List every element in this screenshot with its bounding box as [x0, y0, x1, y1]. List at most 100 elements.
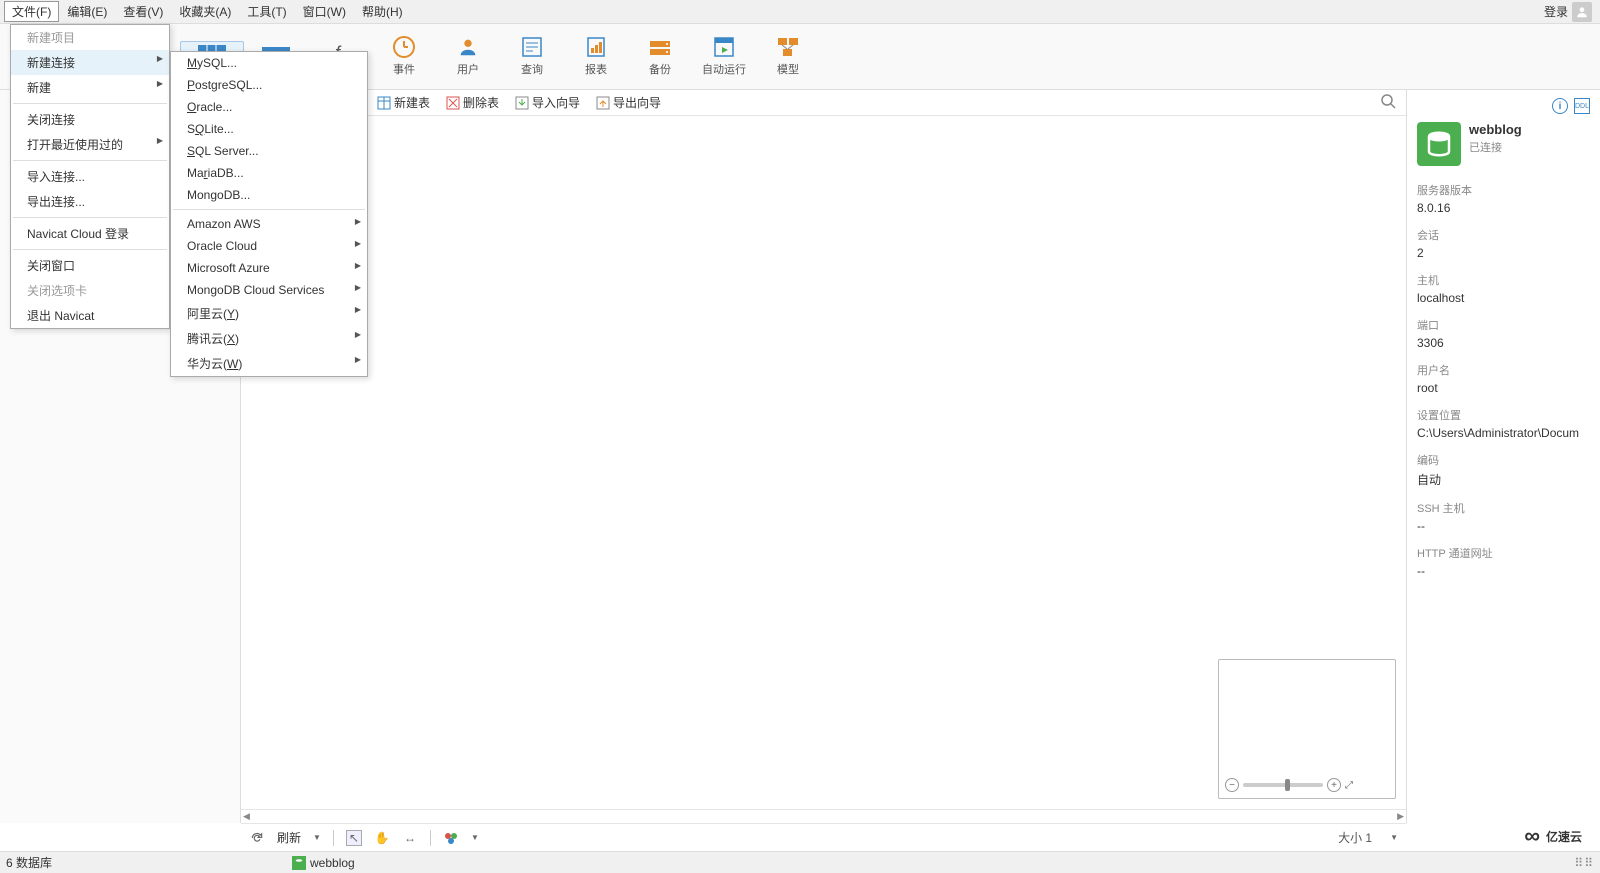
- avatar-icon: [1572, 2, 1592, 22]
- file-recent[interactable]: 打开最近使用过的: [11, 132, 169, 157]
- conn-sqlserver[interactable]: SQL Server...: [171, 140, 367, 162]
- refresh-icon[interactable]: [249, 830, 265, 846]
- menu-separator: [173, 209, 365, 210]
- tool-autorun[interactable]: 自动运行: [692, 36, 756, 77]
- file-exit[interactable]: 退出 Navicat: [11, 303, 169, 328]
- tool-backup[interactable]: 备份: [628, 36, 692, 77]
- statusbar: 6 数据库 webblog ⠿⠿: [0, 851, 1600, 873]
- file-closeconn[interactable]: 关闭连接: [11, 107, 169, 132]
- login-label: 登录: [1544, 3, 1568, 20]
- conn-oraclecloud[interactable]: Oracle Cloud: [171, 235, 367, 257]
- btn-deltable[interactable]: 删除表: [440, 92, 505, 113]
- file-newproject: 新建项目: [11, 25, 169, 50]
- size-label: 大小 1: [1338, 829, 1372, 846]
- user-icon: [454, 36, 482, 58]
- file-exportconn[interactable]: 导出连接...: [11, 189, 169, 214]
- pointer-icon[interactable]: ↖: [346, 830, 362, 846]
- file-closetab: 关闭选项卡: [11, 278, 169, 303]
- menubar: 文件(F) 编辑(E) 查看(V) 收藏夹(A) 工具(T) 窗口(W) 帮助(…: [0, 0, 1600, 24]
- conn-mysql[interactable]: MySQL...: [171, 52, 367, 74]
- hand-icon[interactable]: ✋: [374, 830, 390, 846]
- btn-newtable[interactable]: 新建表: [371, 92, 436, 113]
- db-icon: [1417, 122, 1461, 166]
- menu-separator: [13, 249, 167, 250]
- info-icon[interactable]: i: [1552, 98, 1568, 114]
- import-icon: [515, 96, 529, 110]
- login-area[interactable]: 登录: [1544, 2, 1596, 22]
- prop-http: --: [1417, 564, 1590, 578]
- newconn-submenu: MySQL... PostgreSQL... Oracle... SQLite.…: [170, 51, 368, 377]
- menu-fav[interactable]: 收藏夹(A): [171, 1, 239, 22]
- hscrollbar[interactable]: ◀ ▶: [241, 809, 1406, 823]
- deltable-icon: [446, 96, 460, 110]
- conn-huawei[interactable]: 华为云(W): [171, 351, 367, 376]
- backup-icon: [646, 36, 674, 58]
- menu-edit[interactable]: 编辑(E): [59, 1, 115, 22]
- menu-separator: [13, 103, 167, 104]
- conn-mongocloud[interactable]: MongoDB Cloud Services: [171, 279, 367, 301]
- search-icon[interactable]: [1380, 93, 1396, 112]
- btn-export[interactable]: 导出向导: [590, 92, 667, 113]
- file-importconn[interactable]: 导入连接...: [11, 164, 169, 189]
- conn-mongodb[interactable]: MongoDB...: [171, 184, 367, 206]
- tool-report[interactable]: 报表: [564, 36, 628, 77]
- menu-separator: [13, 160, 167, 161]
- menu-file[interactable]: 文件(F): [4, 1, 59, 22]
- conn-azure[interactable]: Microsoft Azure: [171, 257, 367, 279]
- info-panel: i DDL webblog 已连接 服务器版本8.0.16 会话2 主机loca…: [1406, 90, 1600, 823]
- prop-user: root: [1417, 381, 1590, 395]
- conn-mariadb[interactable]: MariaDB...: [171, 162, 367, 184]
- center-pane: 新建表 删除表 导入向导 导出向导 − + ⤢: [241, 90, 1406, 823]
- file-closewin[interactable]: 关闭窗口: [11, 253, 169, 278]
- status-db-icon: [292, 856, 306, 870]
- link-icon[interactable]: ↔: [402, 830, 418, 846]
- conn-aws[interactable]: Amazon AWS: [171, 213, 367, 235]
- tool-event[interactable]: 事件: [372, 36, 436, 77]
- conn-aliyun[interactable]: 阿里云(Y): [171, 301, 367, 326]
- model-icon: [774, 36, 802, 58]
- btn-import[interactable]: 导入向导: [509, 92, 586, 113]
- watermark: ∞亿速云: [1524, 823, 1582, 849]
- prop-session: 2: [1417, 246, 1590, 260]
- menu-window[interactable]: 窗口(W): [295, 1, 354, 22]
- expand-icon[interactable]: ⤢: [1345, 780, 1353, 791]
- menu-help[interactable]: 帮助(H): [354, 1, 411, 22]
- tool-user[interactable]: 用户: [436, 36, 500, 77]
- prop-path: C:\Users\Administrator\Docum: [1417, 426, 1590, 440]
- minimap[interactable]: − + ⤢: [1218, 659, 1396, 799]
- conn-postgresql[interactable]: PostgreSQL...: [171, 74, 367, 96]
- menu-view[interactable]: 查看(V): [115, 1, 171, 22]
- prop-port: 3306: [1417, 336, 1590, 350]
- content-canvas[interactable]: − + ⤢: [241, 116, 1406, 809]
- tool-query[interactable]: 查询: [500, 36, 564, 77]
- file-cloudlogin[interactable]: Navicat Cloud 登录: [11, 221, 169, 246]
- conn-sqlite[interactable]: SQLite...: [171, 118, 367, 140]
- tool-model[interactable]: 模型: [756, 36, 820, 77]
- autorun-icon: [710, 36, 738, 58]
- db-count: 6 数据库: [6, 854, 52, 871]
- report-icon: [582, 36, 610, 58]
- color-icon[interactable]: [443, 830, 459, 846]
- conn-oracle[interactable]: Oracle...: [171, 96, 367, 118]
- menu-separator: [13, 217, 167, 218]
- menu-tools[interactable]: 工具(T): [239, 1, 294, 22]
- ddl-icon[interactable]: DDL: [1574, 98, 1590, 114]
- conn-tencent[interactable]: 腾讯云(X): [171, 326, 367, 351]
- prop-ssh: --: [1417, 519, 1590, 533]
- grip-icon: ⠿⠿: [1574, 856, 1594, 870]
- conn-name: webblog: [1469, 122, 1522, 137]
- file-newconnection[interactable]: 新建连接: [11, 50, 169, 75]
- prop-encoding: 自动: [1417, 471, 1590, 488]
- zoom-in-icon[interactable]: +: [1327, 778, 1341, 792]
- refresh-label[interactable]: 刷新: [277, 829, 301, 846]
- prop-host: localhost: [1417, 291, 1590, 305]
- file-menu-dropdown: 新建项目 新建连接 新建 关闭连接 打开最近使用过的 导入连接... 导出连接.…: [10, 24, 170, 329]
- export-icon: [596, 96, 610, 110]
- zoom-slider[interactable]: [1243, 783, 1323, 787]
- tab-toolbar: 新建表 删除表 导入向导 导出向导: [241, 90, 1406, 116]
- file-new[interactable]: 新建: [11, 75, 169, 100]
- clock-icon: [390, 36, 418, 58]
- newtable-icon: [377, 96, 391, 110]
- zoom-out-icon[interactable]: −: [1225, 778, 1239, 792]
- conn-status: 已连接: [1469, 139, 1522, 155]
